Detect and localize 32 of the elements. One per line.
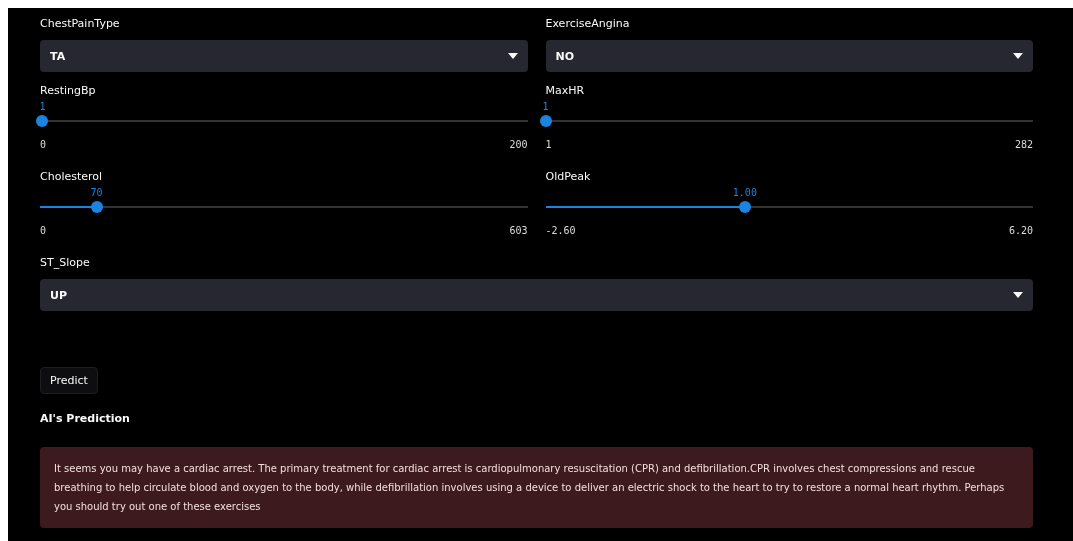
- slider-value: 1: [39, 101, 46, 112]
- slider-max: 282: [1014, 139, 1033, 150]
- slider-min: 0: [40, 225, 47, 236]
- slider-max: 200: [509, 139, 528, 150]
- caret-icon: [1013, 292, 1023, 298]
- field-label: MaxHR: [545, 84, 585, 97]
- caret-icon: [507, 53, 518, 59]
- result-heading: AI's Prediction: [40, 412, 130, 425]
- slider-value: 70: [90, 187, 103, 198]
- field-label: OldPeak: [545, 170, 591, 183]
- slider-thumb[interactable]: [90, 201, 103, 213]
- field-label: ChestPainType: [40, 17, 120, 30]
- field-label: RestingBp: [40, 84, 96, 97]
- predict-button[interactable]: Predict: [40, 367, 98, 394]
- slider-max: 6.20: [1008, 225, 1033, 236]
- select-field[interactable]: TA: [40, 40, 528, 72]
- select-field[interactable]: NO: [545, 40, 1033, 72]
- field-label: Cholesterol: [40, 170, 103, 183]
- slider-min: 1: [545, 139, 552, 150]
- slider-max: 603: [509, 225, 528, 236]
- caret-icon: [1013, 53, 1023, 59]
- field-label: ExerciseAngina: [545, 17, 630, 30]
- slider-value: 1.00: [732, 187, 757, 198]
- slider-thumb[interactable]: [539, 115, 552, 127]
- field-label: ST_Slope: [40, 256, 90, 269]
- result-message: It seems you may have a cardiac arrest. The primary treatment for cardiac arrest is cardiopulmonary resuscitation (CPR) and defibrillation.CPR involves chest compressions and rescue breathing to help circulate blood and oxygen to the body, while defibrillation involves using a device to deliver an electric shock to the heart to try to restore a normal heart rhythm. Perhaps you should try out one of these exercises: [40, 447, 1033, 528]
- slider-min: -2.60: [545, 225, 576, 236]
- slider-thumb[interactable]: [738, 201, 751, 213]
- slider-thumb[interactable]: [36, 115, 49, 127]
- slider-value: 1: [542, 101, 549, 112]
- slider-min: 0: [40, 139, 47, 150]
- select-field[interactable]: UP: [40, 279, 1033, 311]
